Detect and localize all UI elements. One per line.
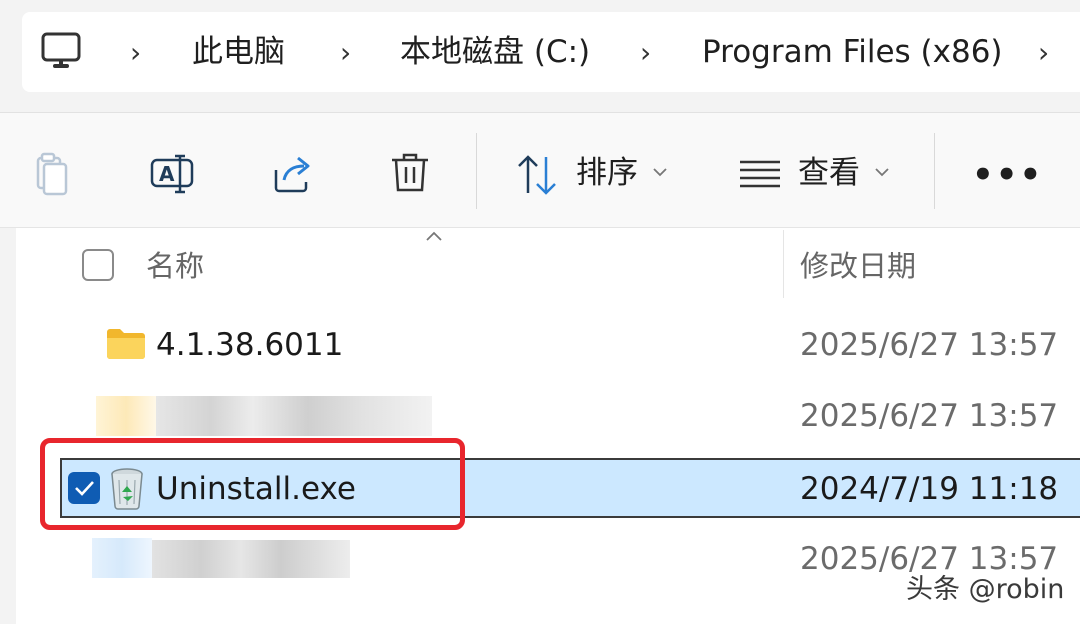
highlight-annotation-box (40, 438, 465, 530)
breadcrumb-chevron[interactable]: › (640, 33, 651, 73)
chevron-down-icon[interactable] (874, 166, 890, 178)
view-icon[interactable] (738, 152, 782, 196)
toolbar-separator (934, 133, 935, 209)
more-options-button[interactable]: ••• (972, 155, 1043, 195)
file-date: 2025/6/27 13:57 (800, 327, 1059, 363)
sort-icon[interactable] (516, 153, 560, 197)
file-date: 2024/7/19 11:18 (800, 471, 1059, 507)
column-separator[interactable] (783, 230, 784, 298)
breadcrumb-this-pc[interactable]: 此电脑 (192, 30, 285, 74)
breadcrumb-chevron[interactable]: › (1038, 33, 1049, 73)
breadcrumb-chevron[interactable]: › (340, 33, 351, 73)
paste-icon[interactable] (30, 152, 74, 196)
watermark: 头条 @robin (906, 574, 1065, 605)
column-header-date-modified[interactable]: 修改日期 (800, 246, 916, 286)
breadcrumb-local-disk[interactable]: 本地磁盘 (C:) (400, 30, 590, 74)
breadcrumb-chevron[interactable]: › (130, 33, 141, 73)
this-pc-icon[interactable] (40, 30, 82, 74)
file-date: 2025/6/27 13:57 (800, 398, 1059, 434)
toolbar-separator (476, 133, 477, 209)
breadcrumb-program-files[interactable]: Program Files (x86) (702, 30, 1003, 74)
rename-icon[interactable]: A (150, 152, 194, 196)
folder-icon (107, 329, 145, 359)
delete-icon[interactable] (388, 150, 432, 194)
sort-ascending-icon (426, 231, 442, 241)
share-icon[interactable] (270, 152, 314, 196)
navigation-pane-edge (0, 228, 16, 624)
chevron-down-icon[interactable] (652, 166, 668, 178)
view-button[interactable]: 查看 (798, 152, 860, 194)
sort-button[interactable]: 排序 (576, 152, 638, 194)
blurred-icon (92, 538, 152, 578)
column-header-name[interactable]: 名称 (146, 246, 204, 286)
file-name[interactable]: 4.1.38.6011 (156, 323, 343, 367)
blurred-file-name (152, 540, 350, 578)
svg-text:A: A (159, 162, 175, 186)
blurred-icon (96, 396, 156, 436)
blurred-file-name (156, 396, 432, 436)
select-all-checkbox[interactable] (82, 249, 114, 281)
